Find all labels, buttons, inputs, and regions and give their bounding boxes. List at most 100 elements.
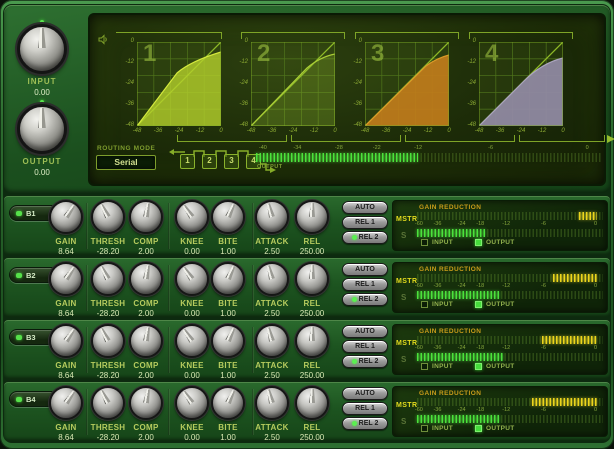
x-axis-tick: -24 [517,128,526,134]
release1-button[interactable]: REL 1 [342,216,388,229]
output-meter-label: OUTPUT [257,164,283,170]
meter-scale-tick: -36 [433,407,441,413]
knob-unit: GAIN 8.64 [49,386,83,420]
band-led-icon [16,397,22,402]
rel-knob[interactable] [295,324,329,358]
input-knob[interactable] [17,24,67,74]
output-meter [256,153,601,162]
release2-button[interactable]: REL 2 [342,417,388,430]
knob-unit: BITE 1.00 [211,386,245,420]
release2-button[interactable]: REL 2 [342,355,388,368]
knee-knob[interactable] [175,324,209,358]
rel2-button-label: REL 2 [359,234,379,241]
knob-unit: THRESH -28.20 [91,262,125,296]
meter-scale-tick: -18 [476,345,484,351]
rel-knob[interactable] [295,386,329,420]
output-checkbox[interactable]: OUTPUT [475,301,515,308]
meter-scale-tick: -28 [335,145,343,151]
comp-knob[interactable] [129,262,163,296]
x-axis-tick: -24 [289,128,298,134]
transfer-curve-graph-2: 2 0-12-24-36-48 -48-36-24-120 [233,42,337,138]
chain-band-box-2[interactable]: 2 [202,154,217,169]
release1-button[interactable]: REL 1 [342,340,388,353]
bite-knob[interactable] [211,262,245,296]
solo-button[interactable]: S [401,293,406,302]
chain-band-box-1[interactable]: 1 [180,154,195,169]
meter-scale-tick: 0 [594,407,597,413]
knob-unit: THRESH -28.20 [91,386,125,420]
meter-scale-tick: -60 [415,407,423,413]
attack-knob[interactable] [255,324,289,358]
band-strip-b3: B3 GAIN 8.64 THRESH -28.20 COMP 2.00 KNE… [4,320,610,379]
bite-knob[interactable] [211,324,245,358]
knob-unit: BITE 1.00 [211,262,245,296]
input-checkbox[interactable]: INPUT [421,239,453,246]
knob-unit: ATTACK 2.50 [255,200,289,234]
rel-knob[interactable] [295,200,329,234]
gain-knob[interactable] [49,200,83,234]
chain-band-box-3[interactable]: 3 [224,154,239,169]
meter-scale-tick: 0 [586,145,589,151]
checkbox-box [421,363,428,370]
bite-knob[interactable] [211,386,245,420]
input-checkbox[interactable]: INPUT [421,363,453,370]
knob-label: REL [277,237,347,246]
solo-button[interactable]: S [401,231,406,240]
y-axis-tick: -24 [461,80,476,86]
output-checkbox[interactable]: OUTPUT [475,239,515,246]
button-led-icon [352,359,357,364]
bite-knob[interactable] [211,200,245,234]
gain-knob[interactable] [49,262,83,296]
thresh-knob[interactable] [91,386,125,420]
knee-knob[interactable] [175,262,209,296]
auto-release-button[interactable]: AUTO [342,263,388,276]
routing-mode-label: ROUTING MODE [97,145,155,152]
meter-scale-tick: -6 [541,283,546,289]
knee-knob[interactable] [175,200,209,234]
solo-button[interactable]: S [401,355,406,364]
graph-band-number: 1 [143,40,157,68]
auto-release-button[interactable]: AUTO [342,325,388,338]
y-axis-tick: -36 [233,101,248,107]
knob-unit: ATTACK 2.50 [255,262,289,296]
output-checkbox-label: OUTPUT [486,301,515,308]
knee-knob[interactable] [175,386,209,420]
meter-scale-tick: -12 [502,345,510,351]
checkbox-box [421,301,428,308]
rel-knob[interactable] [295,262,329,296]
meter-scale: -60-36-24-18-12-60 [417,221,603,228]
gain-knob[interactable] [49,386,83,420]
comp-knob[interactable] [129,324,163,358]
output-knob[interactable] [17,104,67,154]
attack-knob[interactable] [255,262,289,296]
release1-button[interactable]: REL 1 [342,402,388,415]
comp-knob[interactable] [129,200,163,234]
thresh-knob[interactable] [91,200,125,234]
attack-knob[interactable] [255,386,289,420]
solo-button[interactable]: S [401,417,406,426]
gain-knob[interactable] [49,324,83,358]
attack-knob[interactable] [255,200,289,234]
auto-release-button[interactable]: AUTO [342,387,388,400]
meter-scale-tick: -36 [433,345,441,351]
output-checkbox[interactable]: OUTPUT [475,425,515,432]
meter-scale-tick: 0 [594,345,597,351]
release2-button[interactable]: REL 2 [342,293,388,306]
thresh-knob[interactable] [91,262,125,296]
input-checkbox[interactable]: INPUT [421,301,453,308]
auto-release-button[interactable]: AUTO [342,201,388,214]
knob-unit: GAIN 8.64 [49,324,83,358]
rel1-button-label: REL 1 [355,219,375,226]
y-axis-tick: 0 [461,38,476,44]
routing-mode-select[interactable]: Serial [96,155,156,170]
input-checkbox[interactable]: INPUT [421,425,453,432]
meter-panel: MSTR S GAIN REDUCTION -60-36-24-18-12-60… [392,386,608,437]
release1-button[interactable]: REL 1 [342,278,388,291]
release2-button[interactable]: REL 2 [342,231,388,244]
thresh-knob[interactable] [91,324,125,358]
speaker-icon[interactable] [98,34,109,45]
output-checkbox[interactable]: OUTPUT [475,363,515,370]
y-axis-tick: -36 [461,101,476,107]
checkbox-box [475,425,482,432]
comp-knob[interactable] [129,386,163,420]
